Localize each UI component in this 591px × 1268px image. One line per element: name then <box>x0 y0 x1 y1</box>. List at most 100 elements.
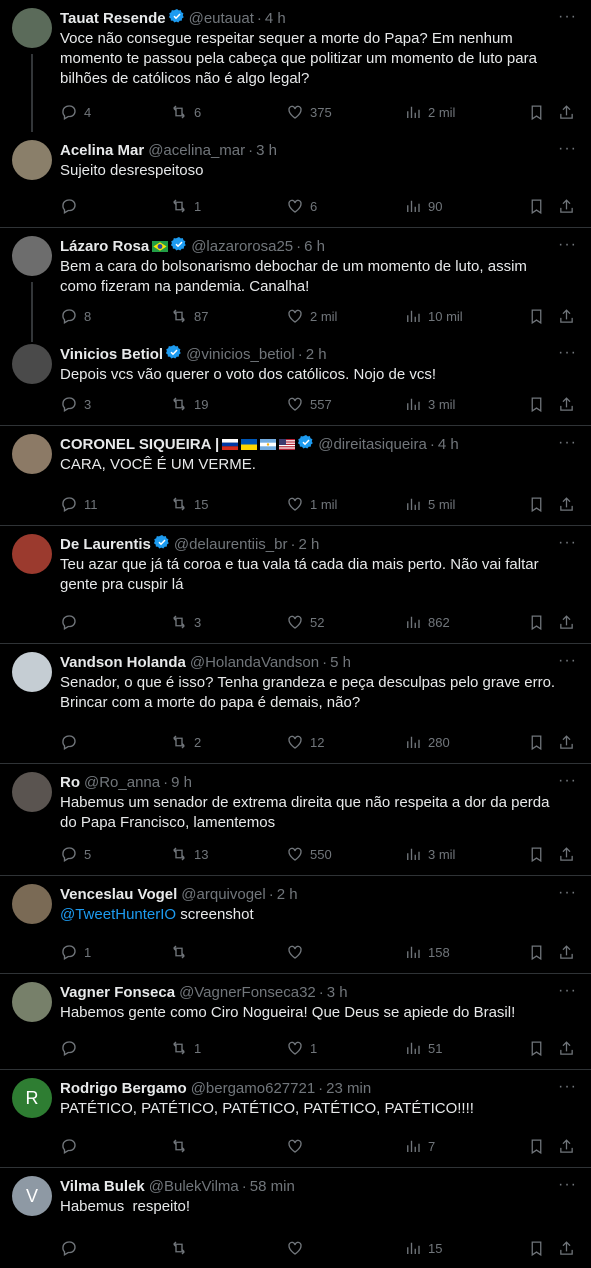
reply-button[interactable]: 3 <box>60 395 170 413</box>
bookmark-button[interactable] <box>528 614 558 631</box>
display-name[interactable]: Ro <box>60 774 80 791</box>
display-name[interactable]: Vinicios Betiol <box>60 346 163 363</box>
timestamp[interactable]: 2 h <box>277 886 298 903</box>
bookmark-button[interactable] <box>528 944 558 961</box>
avatar[interactable] <box>12 884 52 924</box>
timestamp[interactable]: 3 h <box>256 142 277 159</box>
share-button[interactable] <box>558 614 575 631</box>
avatar[interactable]: R <box>12 1078 52 1118</box>
timestamp[interactable]: 58 min <box>250 1178 295 1195</box>
bookmark-button[interactable] <box>528 396 558 413</box>
share-button[interactable] <box>558 944 575 961</box>
like-button[interactable] <box>286 1137 404 1155</box>
views-button[interactable]: 51 <box>404 1039 528 1057</box>
like-button[interactable] <box>286 943 404 961</box>
reply-tweet[interactable]: ··· Tauat Resende @eutauat · 4 h Voce nã… <box>0 0 591 132</box>
timestamp[interactable]: 4 h <box>265 10 286 27</box>
reply-tweet[interactable]: ··· De Laurentis @delaurentiis_br · 2 h … <box>0 526 591 644</box>
views-button[interactable]: 7 <box>404 1137 528 1155</box>
avatar[interactable] <box>12 344 52 384</box>
more-options-button[interactable]: ··· <box>558 982 577 1000</box>
display-name[interactable]: Acelina Mar <box>60 142 144 159</box>
views-button[interactable]: 158 <box>404 943 528 961</box>
bookmark-button[interactable] <box>528 496 558 513</box>
avatar[interactable] <box>12 534 52 574</box>
share-button[interactable] <box>558 1138 575 1155</box>
share-button[interactable] <box>558 1240 575 1257</box>
more-options-button[interactable]: ··· <box>558 652 577 670</box>
reply-tweet[interactable]: ··· Vandson Holanda @HolandaVandson · 5 … <box>0 644 591 764</box>
views-button[interactable]: 90 <box>404 197 528 215</box>
share-button[interactable] <box>558 396 575 413</box>
like-button[interactable] <box>286 1239 404 1257</box>
more-options-button[interactable]: ··· <box>558 772 577 790</box>
reply-button[interactable]: 8 <box>60 307 170 325</box>
reply-button[interactable] <box>60 1239 170 1257</box>
display-name[interactable]: Venceslau Vogel <box>60 886 177 903</box>
reply-button[interactable]: 4 <box>60 103 170 121</box>
user-handle[interactable]: @vinicios_betiol <box>186 346 295 363</box>
display-name[interactable]: Vandson Holanda <box>60 654 186 671</box>
mention-link[interactable]: @TweetHunterIO <box>60 906 176 923</box>
reply-tweet[interactable]: ··· Acelina Mar @acelina_mar · 3 h Sujei… <box>0 132 591 228</box>
reply-button[interactable]: 11 <box>60 495 170 513</box>
timestamp[interactable]: 2 h <box>306 346 327 363</box>
like-button[interactable]: 1 mil <box>286 495 404 513</box>
timestamp[interactable]: 9 h <box>171 774 192 791</box>
like-button[interactable]: 52 <box>286 613 404 631</box>
user-handle[interactable]: @Ro_anna <box>84 774 160 791</box>
views-button[interactable]: 5 mil <box>404 495 528 513</box>
avatar[interactable] <box>12 236 52 276</box>
user-handle[interactable]: @direitasiqueira <box>318 436 427 453</box>
reply-tweet[interactable]: ··· Ro @Ro_anna · 9 h Habemus um senador… <box>0 764 591 876</box>
like-button[interactable]: 557 <box>286 395 404 413</box>
like-button[interactable]: 375 <box>286 103 404 121</box>
reply-tweet[interactable]: R ··· Rodrigo Bergamo @bergamo627721 · 2… <box>0 1070 591 1168</box>
display-name[interactable]: De Laurentis <box>60 536 151 553</box>
retweet-button[interactable]: 1 <box>170 197 286 215</box>
reply-button[interactable] <box>60 613 170 631</box>
retweet-button[interactable] <box>170 1239 286 1257</box>
views-button[interactable]: 280 <box>404 733 528 751</box>
retweet-button[interactable]: 13 <box>170 845 286 863</box>
more-options-button[interactable]: ··· <box>558 344 577 362</box>
retweet-button[interactable]: 3 <box>170 613 286 631</box>
timestamp[interactable]: 23 min <box>326 1080 371 1097</box>
bookmark-button[interactable] <box>528 104 558 121</box>
reply-tweet[interactable]: ··· Lázaro Rosa @lazarorosa25 · 6 h Bem … <box>0 228 591 336</box>
more-options-button[interactable]: ··· <box>558 140 577 158</box>
more-options-button[interactable]: ··· <box>558 1078 577 1096</box>
avatar[interactable]: V <box>12 1176 52 1216</box>
timestamp[interactable]: 3 h <box>327 984 348 1001</box>
more-options-button[interactable]: ··· <box>558 1176 577 1194</box>
share-button[interactable] <box>558 104 575 121</box>
share-button[interactable] <box>558 846 575 863</box>
share-button[interactable] <box>558 1040 575 1057</box>
retweet-button[interactable] <box>170 943 286 961</box>
reply-tweet[interactable]: ··· Venceslau Vogel @arquivogel · 2 h @T… <box>0 876 591 974</box>
bookmark-button[interactable] <box>528 308 558 325</box>
timestamp[interactable]: 2 h <box>298 536 319 553</box>
avatar[interactable] <box>12 652 52 692</box>
like-button[interactable]: 2 mil <box>286 307 404 325</box>
display-name[interactable]: Vagner Fonseca <box>60 984 175 1001</box>
reply-tweet[interactable]: ··· Vagner Fonseca @VagnerFonseca32 · 3 … <box>0 974 591 1070</box>
user-handle[interactable]: @bergamo627721 <box>191 1080 315 1097</box>
avatar[interactable] <box>12 982 52 1022</box>
share-button[interactable] <box>558 198 575 215</box>
reply-button[interactable] <box>60 733 170 751</box>
reply-button[interactable] <box>60 197 170 215</box>
timestamp[interactable]: 6 h <box>304 238 325 255</box>
display-name[interactable]: Lázaro Rosa <box>60 238 149 255</box>
avatar[interactable] <box>12 772 52 812</box>
reply-button[interactable] <box>60 1039 170 1057</box>
user-handle[interactable]: @VagnerFonseca32 <box>179 984 316 1001</box>
reply-tweet[interactable]: ··· Vinicios Betiol @vinicios_betiol · 2… <box>0 336 591 426</box>
more-options-button[interactable]: ··· <box>558 534 577 552</box>
like-button[interactable]: 1 <box>286 1039 404 1057</box>
share-button[interactable] <box>558 734 575 751</box>
bookmark-button[interactable] <box>528 1240 558 1257</box>
retweet-button[interactable]: 15 <box>170 495 286 513</box>
reply-tweet[interactable]: V ··· Vilma Bulek @BulekVilma · 58 min H… <box>0 1168 591 1268</box>
views-button[interactable]: 3 mil <box>404 395 528 413</box>
